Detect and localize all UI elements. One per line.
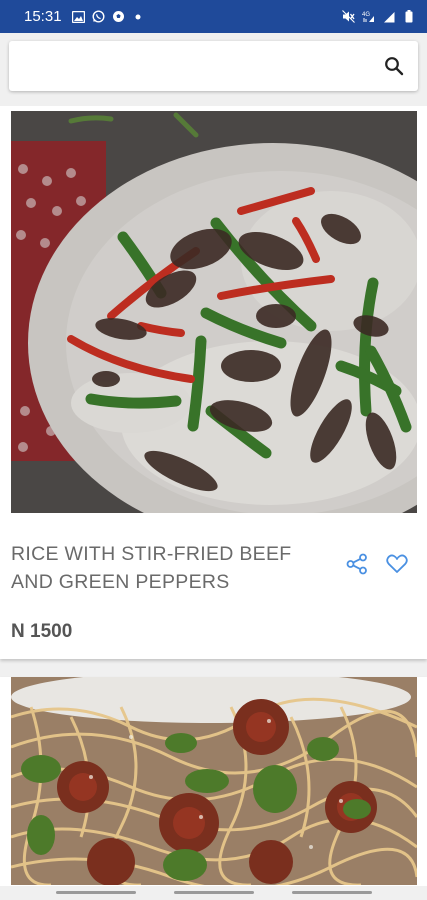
status-bar: 15:31 4G xyxy=(0,0,427,33)
mute-icon xyxy=(342,10,355,23)
dot-icon xyxy=(132,10,145,23)
status-left: 15:31 xyxy=(24,8,145,25)
product-price: N 1500 xyxy=(11,621,73,642)
search-bar xyxy=(9,41,418,91)
search-input[interactable] xyxy=(21,41,371,91)
image-icon xyxy=(71,10,85,23)
4g-signal-icon: 4G xyxy=(362,10,375,23)
heart-icon[interactable] xyxy=(385,552,409,576)
signal-icon xyxy=(382,10,395,23)
battery-icon xyxy=(402,10,415,23)
status-right: 4G xyxy=(342,10,415,23)
product-title[interactable]: RICE WITH STIR-FRIED BEEF AND GREEN PEPP… xyxy=(11,540,331,596)
nav-handle-right[interactable] xyxy=(292,891,372,894)
whatsapp-icon xyxy=(92,10,105,23)
card-actions xyxy=(345,552,409,576)
beef-stir-fry-photo xyxy=(11,111,417,513)
system-nav-bar xyxy=(0,886,427,900)
svg-text:4G: 4G xyxy=(362,12,370,18)
product-card[interactable]: RICE WITH STIR-FRIED BEEF AND GREEN PEPP… xyxy=(0,106,427,659)
share-icon[interactable] xyxy=(345,552,369,576)
soccer-ball-icon xyxy=(112,10,125,23)
spaghetti-meatballs-photo xyxy=(11,677,417,885)
product-feed: RICE WITH STIR-FRIED BEEF AND GREEN PEPP… xyxy=(0,106,427,886)
product-image[interactable] xyxy=(11,111,417,513)
search-area xyxy=(0,33,427,106)
search-icon[interactable] xyxy=(382,54,406,78)
status-time: 15:31 xyxy=(24,8,62,25)
nav-handle-left[interactable] xyxy=(56,891,136,894)
product-image[interactable] xyxy=(11,677,417,885)
nav-handle-center[interactable] xyxy=(174,891,254,894)
product-card[interactable] xyxy=(0,677,427,886)
